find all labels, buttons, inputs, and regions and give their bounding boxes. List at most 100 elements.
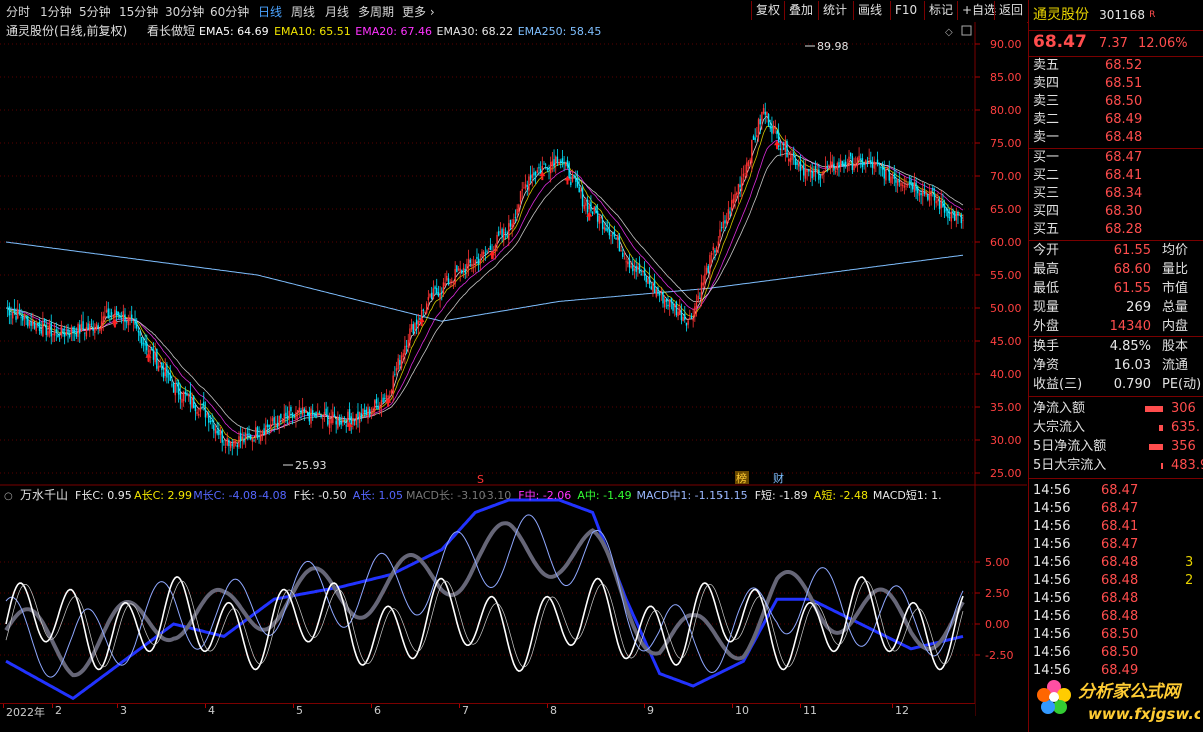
x-tick <box>800 704 801 708</box>
period-tab-8[interactable]: 月线 <box>325 3 349 20</box>
ind-label-8: F中: -2.06 <box>518 489 571 502</box>
marker-bang[interactable]: 榜 <box>736 471 747 485</box>
period-tab-10[interactable]: 更多 › <box>402 3 435 20</box>
site-logo: 分析家公式网 www.fxjgsw.com <box>1037 680 1200 723</box>
price-change: 7.37 <box>1098 36 1128 51</box>
price-tick-label: 60.00 <box>990 236 1022 249</box>
candle <box>363 410 366 413</box>
period-tab-3[interactable]: 15分钟 <box>119 3 158 20</box>
price-tick-label: 70.00 <box>990 170 1022 183</box>
candle <box>310 408 312 424</box>
candle <box>724 220 726 224</box>
stat-label-2: 股本 <box>1162 339 1189 354</box>
candle <box>657 287 659 294</box>
buy-row[interactable]: 买二 68.41 <box>1033 167 1201 185</box>
candle <box>228 440 230 447</box>
tick-vol: 2 <box>1185 573 1194 588</box>
candle <box>32 320 34 326</box>
period-tab-9[interactable]: 多周期 <box>358 3 394 20</box>
candle <box>910 179 912 185</box>
x-tick <box>547 704 548 708</box>
candle <box>90 323 93 325</box>
x-tick <box>205 704 206 708</box>
buy-row[interactable]: 买五 68.28 <box>1033 221 1201 239</box>
candle <box>568 162 570 180</box>
toolbar-button-1[interactable]: 叠加 <box>784 1 817 20</box>
candle <box>940 199 942 209</box>
marker-s[interactable]: S <box>477 473 484 486</box>
logo-url: www.fxjgsw.com <box>1088 705 1200 723</box>
candle <box>318 412 321 414</box>
buy-row[interactable]: 买一 68.47 <box>1033 149 1201 167</box>
candle <box>152 349 155 360</box>
candle <box>576 179 579 187</box>
candle <box>290 407 292 412</box>
candle <box>457 268 460 271</box>
buy-row[interactable]: 买四 68.30 <box>1033 203 1201 221</box>
candle <box>736 192 738 195</box>
sell-price: 68.48 <box>1105 130 1143 145</box>
candle <box>923 191 926 194</box>
candle <box>102 316 104 324</box>
candle <box>731 200 733 211</box>
candle <box>199 407 202 412</box>
candle <box>328 420 331 428</box>
diamond-icon[interactable]: ◇ <box>945 27 953 38</box>
ind-label-13: A短: -2.48 <box>814 488 868 502</box>
indicator-panel-name[interactable]: 万水千山 <box>20 488 68 502</box>
candle <box>793 152 795 157</box>
candle <box>536 170 538 173</box>
toolbar-button-2[interactable]: 统计 <box>818 1 851 20</box>
sell-row[interactable]: 卖五 68.52 <box>1033 57 1201 75</box>
toolbar-button-5[interactable]: 标记 <box>924 1 957 20</box>
candle <box>947 209 949 218</box>
tick-row: 14:56 68.47 <box>1033 536 1201 554</box>
candle <box>201 404 203 405</box>
period-tab-7[interactable]: 周线 <box>291 3 315 20</box>
candle <box>705 267 708 274</box>
toolbar-button-4[interactable]: F10 <box>890 1 921 20</box>
period-tab-5[interactable]: 60分钟 <box>210 3 249 20</box>
ema-label-4: EMA250: 58.45 <box>518 25 602 38</box>
candle <box>640 274 642 275</box>
kline-chart[interactable]: 通灵股份(日线,前复权) 看长做短 EMA5: 64.69 EMA10: 65.5… <box>0 22 1027 486</box>
sell-row[interactable]: 卖一 68.48 <box>1033 129 1201 147</box>
toolbar-button-7[interactable]: 返回 <box>994 1 1027 20</box>
quote-value: 68.60 <box>1113 262 1151 277</box>
candle <box>221 430 223 443</box>
stat-row: 换手 4.85% 股本 <box>1033 338 1201 356</box>
candle <box>677 311 679 317</box>
price-tick-label: 25.00 <box>990 467 1022 480</box>
candle <box>451 280 453 282</box>
toolbar-button-0[interactable]: 复权 <box>751 1 784 20</box>
panel-toggle-icon[interactable]: ○ <box>4 491 13 502</box>
candle <box>796 161 798 165</box>
period-tab-6[interactable]: 日线 <box>258 3 282 20</box>
period-tab-4[interactable]: 30分钟 <box>165 3 204 20</box>
toolbar-button-3[interactable]: 画线 <box>853 1 886 20</box>
stat-value: 16.03 <box>1113 358 1151 373</box>
r-mark: R <box>1149 10 1156 20</box>
candle <box>774 127 776 129</box>
candle <box>501 229 503 237</box>
sell-row[interactable]: 卖四 68.51 <box>1033 75 1201 93</box>
ind-label-2: M长C: -4.08 <box>193 489 257 502</box>
candle <box>109 315 111 317</box>
candle <box>166 364 168 378</box>
marker-cai[interactable]: 财 <box>773 471 784 485</box>
candle <box>43 318 46 322</box>
indicator-chart[interactable]: 万水千山 ○ F长C: 0.95 A长C: 2.99 M长C: -4.08 -4.08… <box>0 486 1027 716</box>
period-tab-0[interactable]: 分时 <box>6 3 30 20</box>
period-tab-1[interactable]: 1分钟 <box>40 3 72 20</box>
candle <box>368 409 371 416</box>
indicator-name[interactable]: 看长做短 <box>147 23 195 38</box>
sell-row[interactable]: 卖三 68.50 <box>1033 93 1201 111</box>
candle <box>323 412 326 415</box>
candle <box>865 159 867 164</box>
period-tab-2[interactable]: 5分钟 <box>79 3 111 20</box>
buy-row[interactable]: 买三 68.34 <box>1033 185 1201 203</box>
candle <box>922 189 924 197</box>
sell-row[interactable]: 卖二 68.49 <box>1033 111 1201 129</box>
x-tick-label: 11 <box>803 704 817 717</box>
x-tick-label: 2 <box>55 704 62 717</box>
